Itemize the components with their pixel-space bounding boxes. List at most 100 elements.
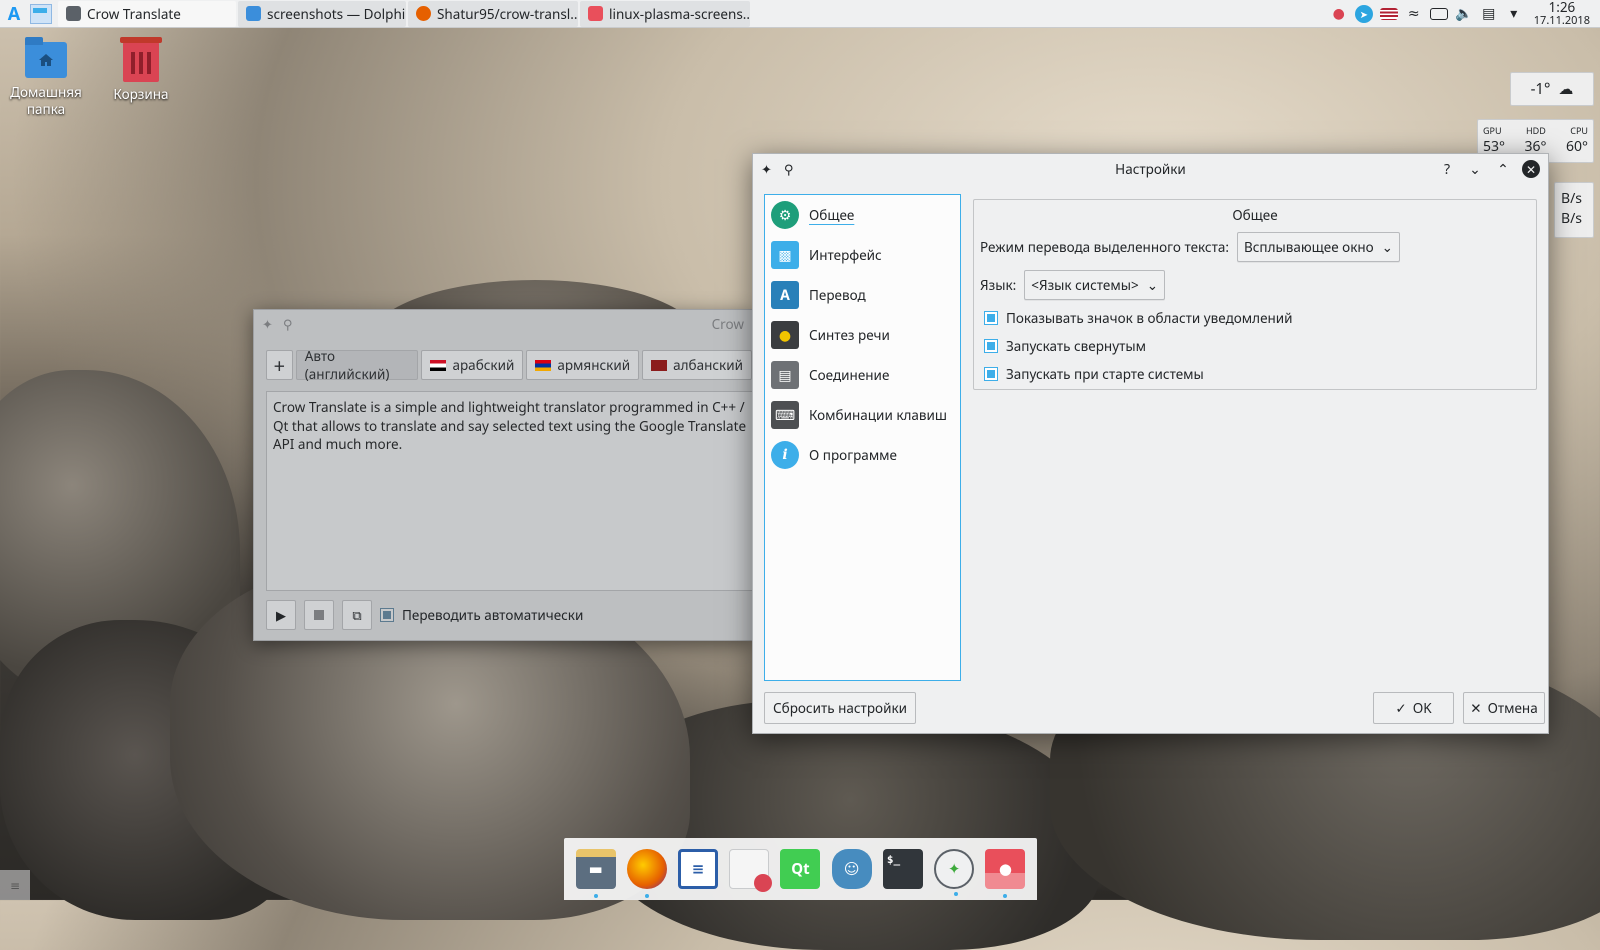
cancel-button[interactable]: ✕ Отмена — [1463, 692, 1545, 724]
ok-button[interactable]: ✓ OK — [1373, 692, 1454, 724]
panel-menu-icon[interactable]: ≡ — [0, 870, 30, 900]
copy-button[interactable]: ⧉ — [342, 600, 372, 630]
language-row: Язык: <Язык системы> ⌄ — [980, 270, 1536, 300]
keyboard-layout-flag-icon[interactable] — [1379, 7, 1398, 20]
task-dolphin[interactable]: screenshots — Dolphin — [238, 0, 406, 27]
play-button[interactable]: ▶ — [266, 600, 296, 630]
weather-widget[interactable]: -1° ☁ — [1510, 72, 1594, 106]
flag-icon — [535, 359, 552, 371]
network-speed-widget[interactable]: B/s B/s — [1554, 182, 1594, 238]
wifi-icon[interactable]: ≈ — [1405, 4, 1423, 23]
nav-item-general[interactable]: ⚙ Общее — [765, 195, 960, 235]
checkbox[interactable] — [984, 311, 998, 325]
auto-translate-checkbox[interactable] — [380, 608, 394, 622]
chevron-down-icon: ⌄ — [1146, 276, 1159, 294]
cloud-icon: ☁ — [1558, 79, 1574, 99]
volume-icon[interactable]: 🔈 — [1455, 4, 1473, 23]
download-speed: B/s — [1561, 209, 1583, 228]
crow-window-title: Crow — [711, 315, 744, 333]
trash-icon — [120, 37, 162, 82]
nav-item-tts[interactable]: ● Синтез речи — [765, 315, 960, 355]
task-crow-translate[interactable]: Crow Translate — [58, 0, 236, 27]
crow-translate-icon[interactable]: ✦ — [934, 849, 975, 896]
start-minimized-option[interactable]: Запускать свернутым — [984, 332, 1536, 360]
lang-tab-label: албанский — [673, 356, 743, 374]
stop-icon — [314, 610, 324, 620]
flag-icon — [651, 359, 668, 371]
lang-tab-auto[interactable]: Авто (английский) — [295, 347, 419, 383]
desktop-home-folder[interactable]: Домашняя папка — [1, 37, 91, 118]
task-firefox[interactable]: Shatur95/crow-transl... — [408, 0, 578, 27]
ghost-icon[interactable]: ● — [1330, 4, 1348, 23]
nav-item-translation[interactable]: A Перевод — [765, 275, 960, 315]
pin-icon[interactable]: ⚲ — [784, 160, 794, 178]
minimize-button[interactable]: ⌄ — [1466, 160, 1484, 179]
weather-temperature: -1° — [1530, 79, 1551, 99]
dolphin-icon — [246, 6, 261, 21]
nav-item-interface[interactable]: ▩ Интерфейс — [765, 235, 960, 275]
crow-titlebar[interactable]: ✦ ⚲ Crow — [254, 310, 752, 338]
stop-button[interactable] — [304, 600, 334, 630]
general-settings-group: Общее Режим перевода выделенного текста:… — [973, 199, 1537, 390]
nav-item-label: Комбинации клавиш — [809, 406, 947, 424]
crow-icon: ✦ — [761, 160, 772, 178]
settings-titlebar[interactable]: ✦ ⚲ Настройки ? ⌄ ⌃ ✕ — [753, 154, 1548, 184]
checkbox[interactable] — [984, 367, 998, 381]
help-button[interactable]: ? — [1438, 160, 1456, 179]
checkbox-label: Показывать значок в области уведомлений — [1006, 309, 1293, 327]
cpu-temp: 60° — [1565, 137, 1588, 156]
text-editor-icon[interactable]: ≡ — [678, 849, 719, 889]
document-editor-icon[interactable] — [729, 849, 773, 892]
terminal-icon[interactable]: $_ — [882, 849, 923, 889]
file-manager-icon[interactable]: ▬ — [575, 849, 616, 898]
copy-icon: ⧉ — [352, 606, 362, 624]
firefox-icon[interactable] — [626, 849, 667, 898]
hdd-label: HDD — [1526, 124, 1546, 137]
digital-clock[interactable]: 1:26 17.11.2018 — [1534, 1, 1590, 26]
lang-tab-albanian[interactable]: албанский — [642, 350, 752, 380]
qt-creator-icon[interactable]: Qt — [780, 849, 821, 889]
lang-tab-armenian[interactable]: армянский — [526, 350, 640, 380]
close-button[interactable]: ✕ — [1522, 160, 1540, 178]
tray-expand-arrow-icon[interactable]: ▾ — [1505, 4, 1523, 23]
system-tray: ● ➤ ≈ 🔈 ▤ ▾ 1:26 17.11.2018 — [1330, 1, 1600, 26]
info-icon: i — [771, 441, 799, 469]
nav-item-connection[interactable]: ▤ Соединение — [765, 355, 960, 395]
autostart-option[interactable]: Запускать при старте системы — [984, 360, 1536, 388]
add-icon: + — [273, 351, 286, 379]
source-toolbar: ▶ ⧉ Переводить автоматически — [266, 600, 583, 630]
clipboard-icon[interactable]: ▤ — [1480, 4, 1498, 23]
maximize-button[interactable]: ⌃ — [1494, 160, 1512, 179]
nav-item-about[interactable]: i О программе — [765, 435, 960, 475]
task-image-viewer[interactable]: linux-plasma-screens... — [580, 0, 750, 27]
checkbox-label: Запускать свернутым — [1006, 337, 1146, 355]
desktop-trash[interactable]: Корзина — [96, 37, 186, 103]
checkbox[interactable] — [984, 339, 998, 353]
cpu-label: CPU — [1570, 124, 1588, 137]
clock-date: 17.11.2018 — [1533, 12, 1590, 28]
godot-icon[interactable]: ☺ — [831, 849, 872, 889]
image-viewer-icon[interactable]: ● — [985, 849, 1026, 898]
source-text-input[interactable]: Crow Translate is a simple and lightweig… — [266, 391, 758, 591]
battery-icon[interactable] — [1429, 7, 1448, 20]
pin-icon[interactable]: ⚲ — [283, 315, 293, 333]
language-select[interactable]: <Язык системы> ⌄ — [1024, 270, 1166, 300]
translate-icon: A — [771, 281, 799, 309]
nav-item-shortcuts[interactable]: ⌨ Комбинации клавиш — [765, 395, 960, 435]
add-language-button[interactable]: + — [266, 350, 293, 380]
application-launcher-icon[interactable]: A — [0, 0, 28, 28]
crow-translate-window[interactable]: ✦ ⚲ Crow + Авто (английский) арабский ар… — [253, 309, 758, 641]
tray-icon-option[interactable]: Показывать значок в области уведомлений — [984, 304, 1536, 332]
top-panel: A Crow Translate screenshots — Dolphin S… — [0, 0, 1600, 28]
settings-title: Настройки — [1115, 160, 1186, 178]
reset-settings-button[interactable]: Сбросить настройки — [764, 692, 917, 724]
speaker-icon: ● — [771, 321, 799, 349]
mode-select[interactable]: Всплывающее окно ⌄ — [1236, 232, 1400, 262]
mode-value: Всплывающее окно — [1243, 238, 1374, 256]
lang-tab-arabic[interactable]: арабский — [421, 350, 524, 380]
flag-icon — [430, 359, 447, 371]
firefox-icon — [416, 6, 431, 21]
image-icon — [588, 6, 603, 21]
telegram-icon[interactable]: ➤ — [1354, 4, 1373, 23]
virtual-desktop-pager[interactable] — [30, 3, 52, 24]
